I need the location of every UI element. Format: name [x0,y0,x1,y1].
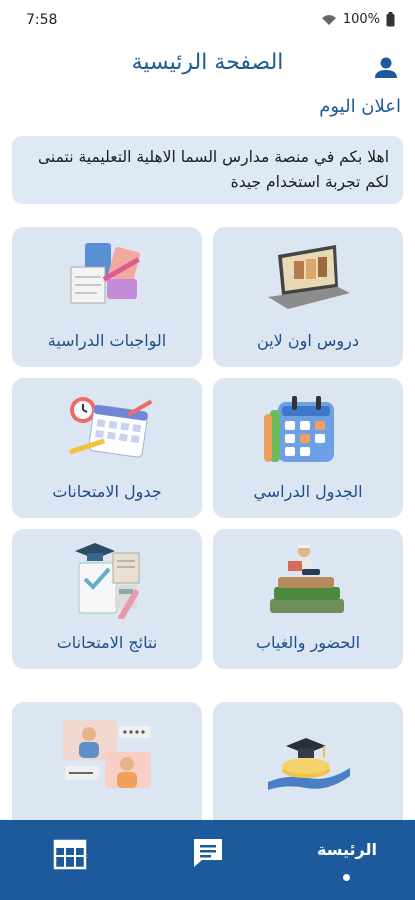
battery-percent: 100% [342,12,380,27]
homework-books-icon [70,243,141,304]
card-fees[interactable] [213,702,403,820]
active-indicator [343,874,350,881]
calendar-icon [264,396,334,462]
chat-icon[interactable] [190,836,226,870]
alarm-calendar-icon [69,397,153,458]
app-header: الصفحة الرئيسية [0,44,415,90]
student-reading-icon [270,545,344,613]
feature-grid: دروس اون لاين الواجبات الدراسية الجدول ا… [12,227,403,820]
card-exam-schedule[interactable]: جدول الامتحانات [12,378,202,518]
user-icon[interactable] [371,52,401,82]
laptop-books-icon [268,245,350,309]
announcement-box: اهلا بكم في منصة مدارس السما الاهلية الت… [12,136,403,204]
video-call-icon [63,720,151,788]
wifi-icon [321,14,336,25]
card-label: دروس اون لاين [257,331,359,350]
announcement-title: اعلان اليوم [319,96,401,117]
graduation-results-icon [75,543,140,619]
card-online-lessons[interactable]: دروس اون لاين [213,227,403,367]
card-online-meetings[interactable] [12,702,202,820]
card-class-schedule[interactable]: الجدول الدراسي [213,378,403,518]
graduation-coins-icon [268,738,350,790]
bottom-nav: الرئيسة [0,820,415,900]
status-right: 100% [321,12,395,27]
page-title: الصفحة الرئيسية [131,50,284,75]
card-label: الجدول الدراسي [253,482,363,501]
card-attendance[interactable]: الحضور والغياب [213,529,403,669]
card-homework[interactable]: الواجبات الدراسية [12,227,202,367]
card-label: نتائج الامتحانات [56,633,158,652]
card-label: الحضور والغياب [255,633,361,652]
nav-home[interactable]: الرئيسة [307,820,387,884]
nav-home-label: الرئيسة [317,840,377,859]
card-label: الواجبات الدراسية [47,331,167,350]
timetable-icon[interactable] [52,838,88,872]
status-bar: 7:58 100% [0,0,415,44]
announcement-text: اهلا بكم في منصة مدارس السما الاهلية الت… [37,148,389,191]
battery-icon [386,12,395,27]
status-time: 7:58 [26,12,58,28]
card-label: جدول الامتحانات [52,482,162,501]
card-exam-results[interactable]: نتائج الامتحانات [12,529,202,669]
